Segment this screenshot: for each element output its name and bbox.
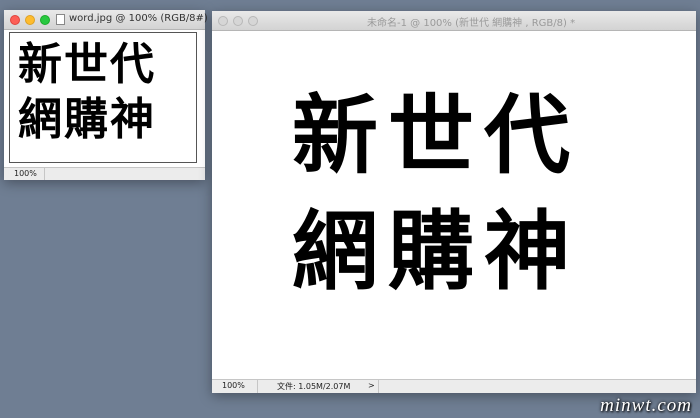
canvas-text-line-2: 網購神 bbox=[292, 202, 580, 302]
window-title: 未命名-1 @ 100% (新世代 網購神 , RGB/8) * bbox=[367, 18, 576, 29]
zoom-button[interactable] bbox=[248, 16, 258, 26]
status-bar: 100% 文件: 1.05M/2.07M > bbox=[212, 379, 696, 393]
canvas-text-line-1: 新世代 bbox=[18, 39, 156, 90]
document-window-untitled[interactable]: 未命名-1 @ 100% (新世代 網購神 , RGB/8) * 新世代 網購神… bbox=[212, 11, 696, 393]
canvas-text-line-2: 網購神 bbox=[18, 94, 156, 145]
watermark: minwt.com bbox=[600, 395, 692, 416]
zoom-field-divider bbox=[257, 380, 258, 393]
title-bar[interactable]: word.jpg @ 100% (RGB/8#) bbox=[4, 10, 208, 30]
zoom-level[interactable]: 100% bbox=[222, 381, 245, 390]
canvas-text-line-1: 新世代 bbox=[292, 86, 580, 186]
close-button[interactable] bbox=[218, 16, 228, 26]
window-title: word.jpg @ 100% (RGB/8#) bbox=[69, 13, 208, 24]
minimize-button[interactable] bbox=[233, 16, 243, 26]
status-menu-arrow[interactable]: > bbox=[368, 381, 375, 390]
image-canvas[interactable]: 新世代 網購神 bbox=[9, 32, 197, 163]
image-window-word-jpg[interactable]: word.jpg @ 100% (RGB/8#) 新世代 網購神 100% bbox=[4, 10, 208, 180]
minimize-button[interactable] bbox=[25, 15, 35, 25]
document-canvas[interactable]: 新世代 網購神 bbox=[212, 31, 696, 379]
zoom-field-divider bbox=[44, 168, 45, 180]
title-bar[interactable]: 未命名-1 @ 100% (新世代 網購神 , RGB/8) * bbox=[212, 11, 696, 31]
status-bar: 100% bbox=[4, 167, 205, 180]
zoom-level[interactable]: 100% bbox=[14, 169, 37, 178]
status-divider bbox=[378, 380, 379, 393]
close-button[interactable] bbox=[10, 15, 20, 25]
document-icon bbox=[56, 14, 65, 25]
document-info: 文件: 1.05M/2.07M bbox=[277, 382, 351, 391]
zoom-button[interactable] bbox=[40, 15, 50, 25]
